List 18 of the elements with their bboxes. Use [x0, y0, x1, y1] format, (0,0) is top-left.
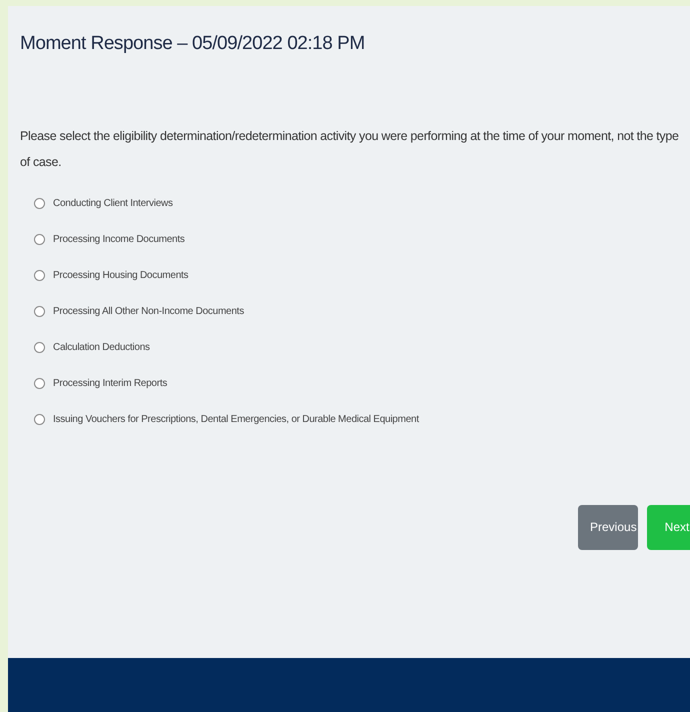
option-label: Issuing Vouchers for Prescriptions, Dental Emergencies, or Durable Medical Equipment [53, 413, 419, 427]
previous-button[interactable]: Previous [578, 504, 638, 550]
next-button[interactable]: Next [647, 504, 690, 550]
radio-button[interactable] [34, 198, 45, 209]
radio-button[interactable] [34, 378, 45, 389]
radio-button[interactable] [34, 342, 45, 353]
option-label: Calculation Deductions [53, 341, 150, 355]
option-label: Processing Interim Reports [53, 377, 168, 391]
radio-button[interactable] [34, 306, 45, 317]
page-title: Moment Response – 05/09/2022 02:18 PM [20, 32, 366, 56]
radio-button[interactable] [34, 234, 45, 245]
radio-button[interactable] [34, 414, 45, 425]
option-label: Conducting Client Interviews [53, 197, 173, 211]
option-label: Prcoessing Housing Documents [53, 269, 188, 283]
radio-button[interactable] [34, 270, 45, 281]
question-text: Please select the eligibility determination/redetermination activity you were performing at the time of your moment, not the type of case. [20, 128, 680, 170]
option-label: Processing All Other Non-Income Documents [53, 305, 244, 319]
option-label: Processing Income Documents [53, 233, 185, 247]
